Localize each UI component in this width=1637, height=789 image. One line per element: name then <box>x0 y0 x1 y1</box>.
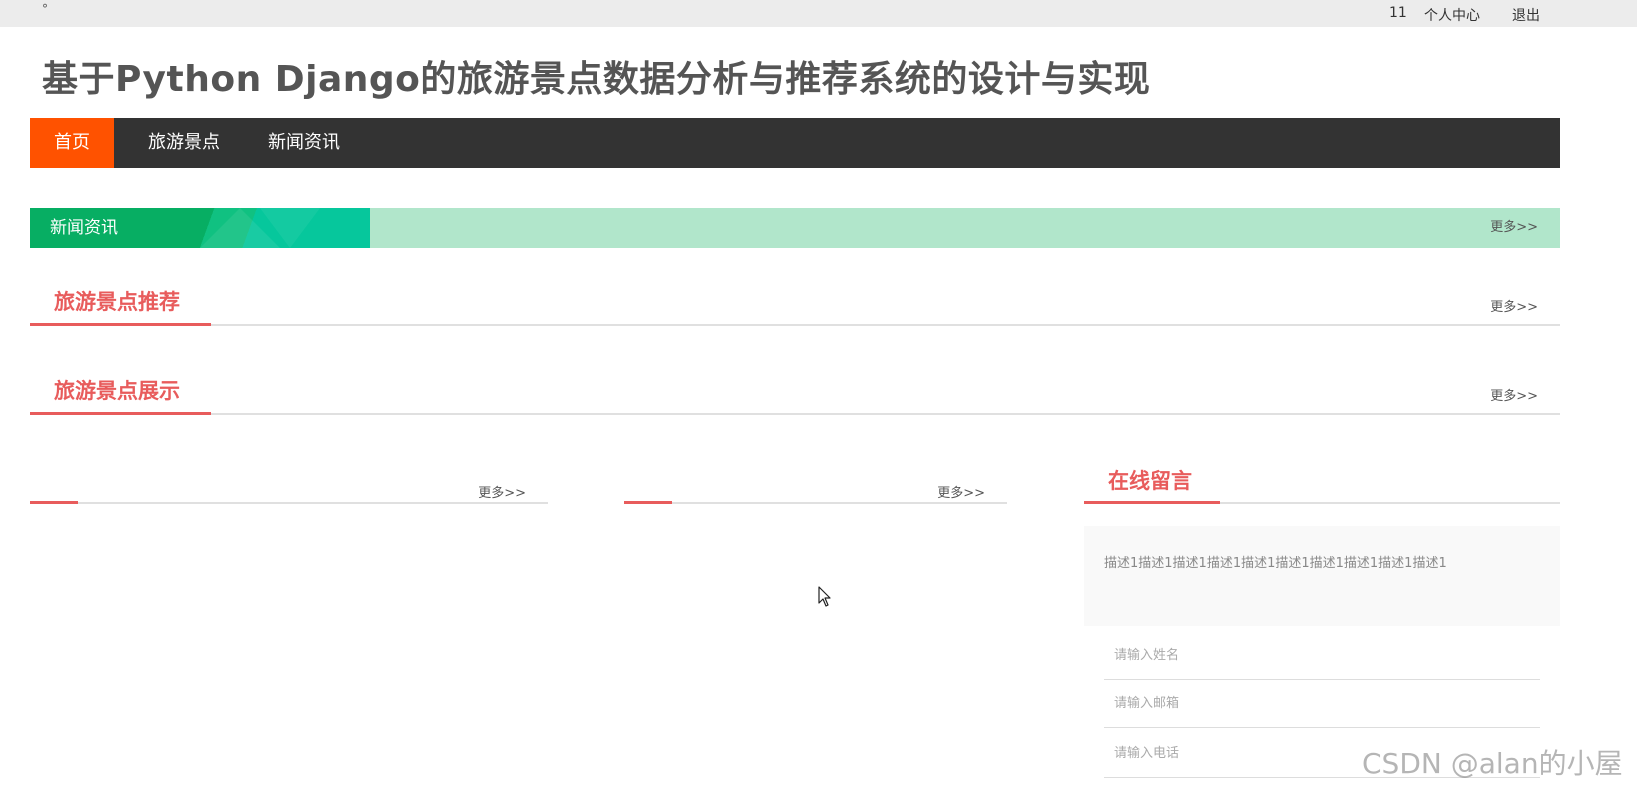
recommend-section-header: 旅游景点推荐 更多>> <box>30 286 1560 326</box>
message-section-header: 在线留言 <box>1084 462 1560 504</box>
section-title-underline <box>30 323 211 326</box>
recommend-section-title: 旅游景点推荐 <box>54 290 180 314</box>
recommend-more-link[interactable]: 更多>> <box>1490 296 1538 315</box>
middle-column-header: 更多>> <box>624 472 1007 504</box>
display-more-link[interactable]: 更多>> <box>1490 385 1538 404</box>
middle-column-more-link[interactable]: 更多>> <box>937 482 985 501</box>
nav-item-news[interactable]: 新闻资讯 <box>254 118 354 168</box>
top-bar-dot: ° <box>42 2 48 16</box>
email-input[interactable] <box>1104 680 1540 728</box>
left-column-header: 更多>> <box>30 472 548 504</box>
news-bar: 新闻资讯 更多>> <box>30 208 1560 248</box>
news-more-link[interactable]: 更多>> <box>1490 208 1538 248</box>
section-title-underline <box>1084 501 1220 504</box>
personal-center-link[interactable]: 个人中心 <box>1424 5 1480 25</box>
column-title-underline <box>30 501 78 504</box>
display-section-title: 旅游景点展示 <box>54 379 180 403</box>
news-bar-title: 新闻资讯 <box>50 218 118 238</box>
site-title: 基于Python Django的旅游景点数据分析与推荐系统的设计与实现 <box>42 59 1151 100</box>
main-nav: 首页 旅游景点 新闻资讯 <box>30 118 1560 168</box>
csdn-watermark: CSDN @alan的小屋 <box>1362 747 1623 780</box>
top-bar: ° 11 个人中心 退出 <box>0 0 1637 27</box>
news-bar-decoration <box>260 208 320 248</box>
name-input[interactable] <box>1104 632 1540 680</box>
news-bar-label-block: 新闻资讯 <box>30 208 370 248</box>
message-section-title: 在线留言 <box>1108 469 1192 493</box>
left-column-more-link[interactable]: 更多>> <box>478 482 526 501</box>
column-title-underline <box>624 501 672 504</box>
display-section-header: 旅游景点展示 更多>> <box>30 375 1560 415</box>
nav-item-home[interactable]: 首页 <box>30 118 114 168</box>
mouse-cursor-icon <box>818 586 831 607</box>
section-title-underline <box>30 412 211 415</box>
message-description: 描述1描述1描述1描述1描述1描述1描述1描述1描述1描述1 <box>1084 526 1560 626</box>
logout-link[interactable]: 退出 <box>1512 5 1540 25</box>
user-id-label: 11 <box>1389 5 1407 21</box>
nav-item-attractions[interactable]: 旅游景点 <box>134 118 234 168</box>
